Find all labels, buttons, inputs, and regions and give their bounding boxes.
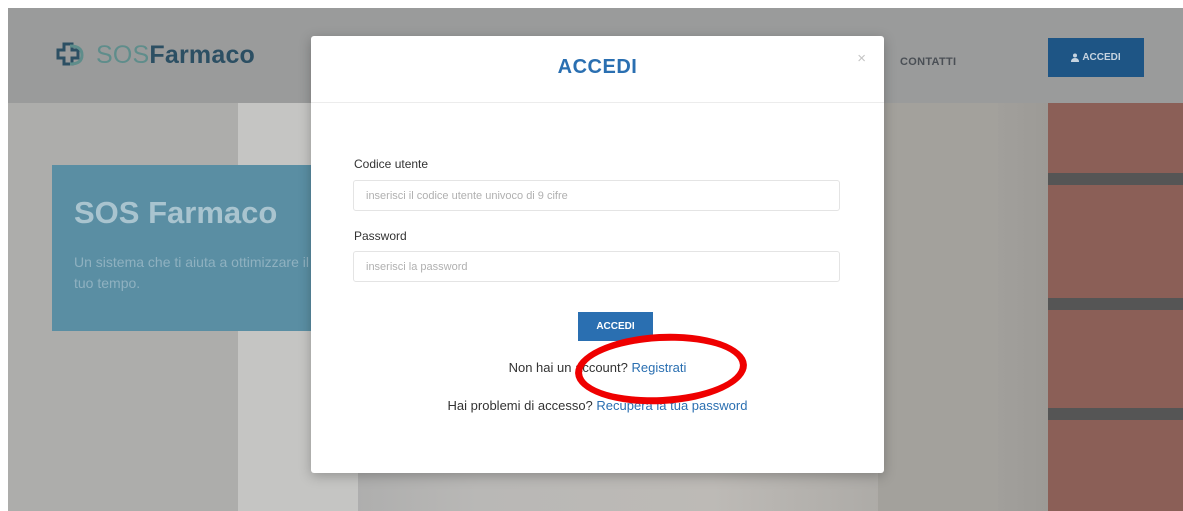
hero-title: SOS Farmaco — [74, 195, 278, 230]
nav-accedi-label: ACCEDI — [1082, 52, 1121, 63]
shelf-board-1 — [1048, 173, 1183, 185]
user-icon — [1071, 53, 1080, 62]
modal-divider — [311, 102, 884, 103]
close-icon[interactable]: × — [857, 50, 866, 67]
hero-subtitle: Un sistema che ti aiuta a ottimizzare il… — [74, 254, 309, 291]
login-modal: ACCEDI × Codice utente Password ACCEDI N… — [311, 36, 884, 473]
brand-name: SOSFarmaco — [96, 41, 255, 70]
shelf-board-2 — [1048, 298, 1183, 310]
pharmacy-logo-icon — [56, 42, 84, 66]
problems-text: Hai problemi di accesso? — [447, 398, 593, 413]
nav-contatti-link[interactable]: CONTATTI — [900, 56, 956, 68]
hero-box: SOS Farmaco Un sistema che ti aiuta a ot… — [52, 165, 314, 331]
password-input[interactable] — [353, 251, 840, 282]
shelf-board-3 — [1048, 408, 1183, 420]
nav-accedi-button[interactable]: ACCEDI — [1048, 38, 1144, 77]
user-code-label: Codice utente — [354, 157, 429, 171]
password-label: Password — [354, 229, 407, 243]
brand-name-farmaco: Farmaco — [149, 40, 256, 69]
shelf-right-1 — [878, 103, 998, 511]
brand-logo[interactable]: SOSFarmaco — [50, 40, 255, 70]
brand-name-sos: SOS — [96, 40, 150, 69]
user-code-input[interactable] — [353, 180, 840, 211]
recover-line: Hai problemi di accesso? Recupera la tua… — [311, 398, 884, 413]
modal-title: ACCEDI — [557, 56, 638, 78]
